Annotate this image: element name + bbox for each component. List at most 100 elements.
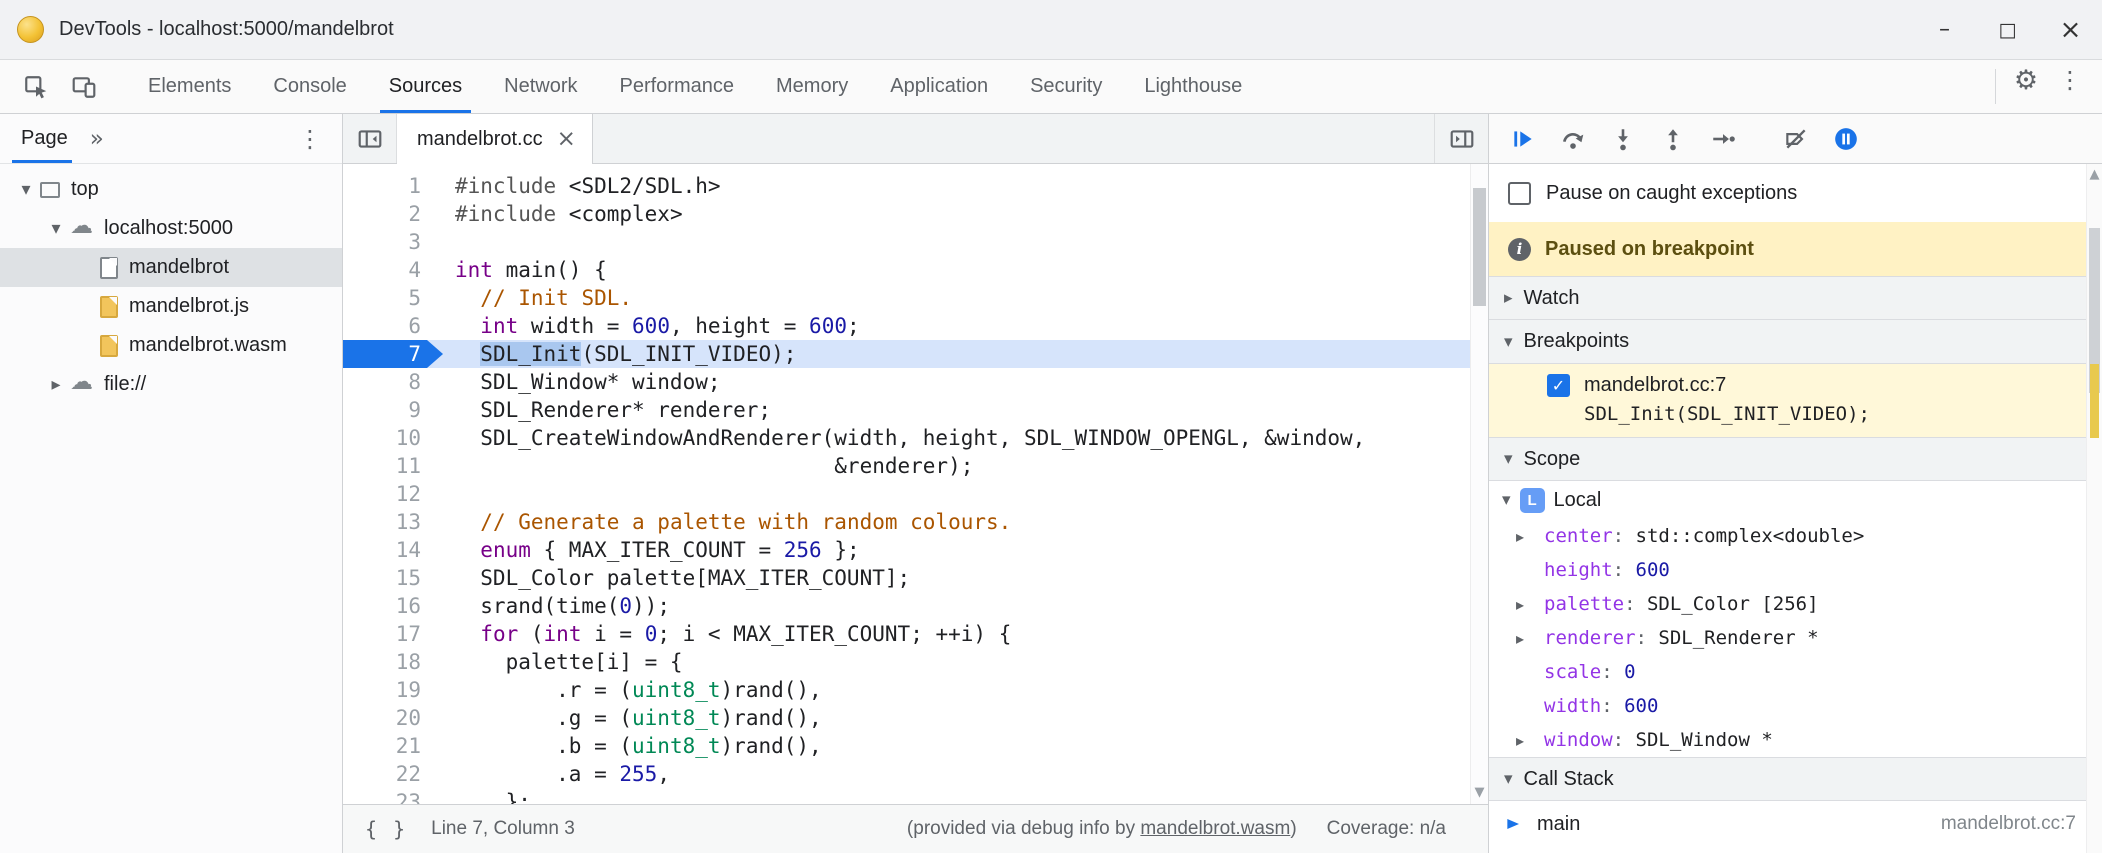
chevron-down-icon[interactable]: ▾ <box>1504 449 1513 469</box>
gear-icon[interactable]: ⚙ <box>2004 60 2048 100</box>
line-number[interactable]: 3 <box>343 228 443 256</box>
pause-on-caught-checkbox[interactable] <box>1508 182 1531 205</box>
code-line-15[interactable]: 15 SDL_Color palette[MAX_ITER_COUNT]; <box>343 564 1488 592</box>
section-scope[interactable]: ▾ Scope <box>1489 437 2102 481</box>
tab-memory[interactable]: Memory <box>755 60 869 113</box>
chevron-right-icon[interactable]: ▸ <box>42 374 70 395</box>
chevron-down-icon[interactable]: ▾ <box>12 179 40 200</box>
chevron-down-icon[interactable]: ▾ <box>42 218 70 239</box>
code-line-10[interactable]: 10 SDL_CreateWindowAndRenderer(width, he… <box>343 424 1488 452</box>
chevron-down-icon[interactable]: ▾ <box>1504 332 1513 352</box>
step-over-icon[interactable] <box>1551 119 1595 159</box>
kebab-menu-icon[interactable]: ⋮ <box>2048 60 2092 100</box>
line-number[interactable]: 23 <box>343 788 443 804</box>
more-tabs-icon[interactable]: » <box>84 126 110 152</box>
wasm-file-link[interactable]: mandelbrot.wasm <box>1140 818 1290 839</box>
line-number[interactable]: 18 <box>343 648 443 676</box>
tab-page[interactable]: Page <box>0 114 84 163</box>
code-line-9[interactable]: 9 SDL_Renderer* renderer; <box>343 396 1488 424</box>
line-number[interactable]: 12 <box>343 480 443 508</box>
code-line-23[interactable]: 23 }; <box>343 788 1488 804</box>
line-number[interactable]: 2 <box>343 200 443 228</box>
step-icon[interactable] <box>1701 119 1745 159</box>
pause-on-exceptions-icon[interactable] <box>1824 119 1868 159</box>
line-number[interactable]: 11 <box>343 452 443 480</box>
code-line-6[interactable]: 6 int width = 600, height = 600; <box>343 312 1488 340</box>
code-line-7[interactable]: 7 SDL_Init(SDL_INIT_VIDEO); <box>343 340 1488 368</box>
scope-var-palette[interactable]: ▸palette: SDL_Color [256] <box>1489 587 2102 621</box>
line-number[interactable]: 13 <box>343 508 443 536</box>
tree-item-mandelbrot[interactable]: mandelbrot <box>0 248 342 287</box>
code-line-12[interactable]: 12 <box>343 480 1488 508</box>
code-line-2[interactable]: 2#include <complex> <box>343 200 1488 228</box>
scope-var-window[interactable]: ▸window: SDL_Window * <box>1489 723 2102 757</box>
close-button[interactable]: × <box>2039 0 2102 59</box>
chevron-right-icon[interactable]: ▸ <box>1516 731 1544 750</box>
scroll-up-icon[interactable]: ▲ <box>2087 167 2102 182</box>
scroll-down-icon[interactable]: ▼ <box>1471 785 1488 800</box>
code-line-16[interactable]: 16 srand(time(0)); <box>343 592 1488 620</box>
section-breakpoints[interactable]: ▾ Breakpoints <box>1489 320 2102 364</box>
tab-performance[interactable]: Performance <box>599 60 756 113</box>
file-tab-mandelbrot-cc[interactable]: mandelbrot.cc × <box>397 114 593 164</box>
line-number[interactable]: 4 <box>343 256 443 284</box>
line-number[interactable]: 20 <box>343 704 443 732</box>
line-number[interactable]: 9 <box>343 396 443 424</box>
code-line-4[interactable]: 4int main() { <box>343 256 1488 284</box>
tree-item-localhost-5000[interactable]: ▾☁localhost:5000 <box>0 209 342 248</box>
tab-security[interactable]: Security <box>1009 60 1123 113</box>
code-line-1[interactable]: 1#include <SDL2/SDL.h> <box>343 172 1488 200</box>
chevron-right-icon[interactable]: ▸ <box>1516 595 1544 614</box>
hide-navigator-icon[interactable] <box>343 114 397 163</box>
deactivate-breakpoints-icon[interactable] <box>1774 119 1818 159</box>
section-call-stack[interactable]: ▾ Call Stack <box>1489 757 2102 801</box>
maximize-button[interactable]: □ <box>1976 0 2039 59</box>
tab-application[interactable]: Application <box>869 60 1009 113</box>
line-number[interactable]: 19 <box>343 676 443 704</box>
line-number[interactable]: 5 <box>343 284 443 312</box>
line-number[interactable]: 17 <box>343 620 443 648</box>
navigator-kebab-icon[interactable]: ⋮ <box>298 125 342 153</box>
line-number[interactable]: 10 <box>343 424 443 452</box>
code-line-22[interactable]: 22 .a = 255, <box>343 760 1488 788</box>
pretty-print-button[interactable]: { } <box>365 817 407 841</box>
line-number[interactable]: 14 <box>343 536 443 564</box>
line-number[interactable]: 1 <box>343 172 443 200</box>
tree-item-top[interactable]: ▾top <box>0 170 342 209</box>
code-line-20[interactable]: 20 .g = (uint8_t)rand(), <box>343 704 1488 732</box>
line-number[interactable]: 6 <box>343 312 443 340</box>
section-watch[interactable]: ▸ Watch <box>1489 276 2102 320</box>
breakpoint-checkbox[interactable]: ✓ <box>1547 374 1570 397</box>
line-number[interactable]: 8 <box>343 368 443 396</box>
code-line-21[interactable]: 21 .b = (uint8_t)rand(), <box>343 732 1488 760</box>
code-line-18[interactable]: 18 palette[i] = { <box>343 648 1488 676</box>
tree-item-mandelbrot-js[interactable]: mandelbrot.js <box>0 287 342 326</box>
resume-icon[interactable] <box>1501 119 1545 159</box>
close-tab-icon[interactable]: × <box>557 126 576 152</box>
line-number[interactable]: 22 <box>343 760 443 788</box>
show-panel-icon[interactable] <box>1434 114 1488 163</box>
call-stack-frame[interactable]: main mandelbrot.cc:7 <box>1489 801 2102 847</box>
scrollbar-thumb[interactable] <box>1473 188 1486 306</box>
scope-var-renderer[interactable]: ▸renderer: SDL_Renderer * <box>1489 621 2102 655</box>
tab-network[interactable]: Network <box>483 60 598 113</box>
line-number[interactable]: 16 <box>343 592 443 620</box>
tab-lighthouse[interactable]: Lighthouse <box>1123 60 1263 113</box>
tab-console[interactable]: Console <box>252 60 367 113</box>
editor-scrollbar[interactable]: ▼ <box>1470 164 1488 804</box>
code-area[interactable]: 1#include <SDL2/SDL.h>2#include <complex… <box>343 164 1488 804</box>
tab-sources[interactable]: Sources <box>368 60 483 113</box>
code-line-5[interactable]: 5 // Init SDL. <box>343 284 1488 312</box>
breakpoint-entry[interactable]: ✓ mandelbrot.cc:7 SDL_Init(SDL_INIT_VIDE… <box>1489 364 2102 437</box>
chevron-right-icon[interactable]: ▸ <box>1504 288 1513 308</box>
chevron-down-icon[interactable]: ▾ <box>1504 769 1513 789</box>
line-number[interactable]: 21 <box>343 732 443 760</box>
scope-var-scale[interactable]: scale: 0 <box>1489 655 2102 689</box>
scope-var-center[interactable]: ▸center: std::complex<double> <box>1489 519 2102 553</box>
chevron-right-icon[interactable]: ▸ <box>1516 629 1544 648</box>
scope-local-group[interactable]: ▾ L Local <box>1489 481 2102 519</box>
step-into-icon[interactable] <box>1601 119 1645 159</box>
code-line-14[interactable]: 14 enum { MAX_ITER_COUNT = 256 }; <box>343 536 1488 564</box>
execution-line-number[interactable]: 7 <box>343 340 443 368</box>
tree-item-file-[interactable]: ▸☁file:// <box>0 365 342 404</box>
